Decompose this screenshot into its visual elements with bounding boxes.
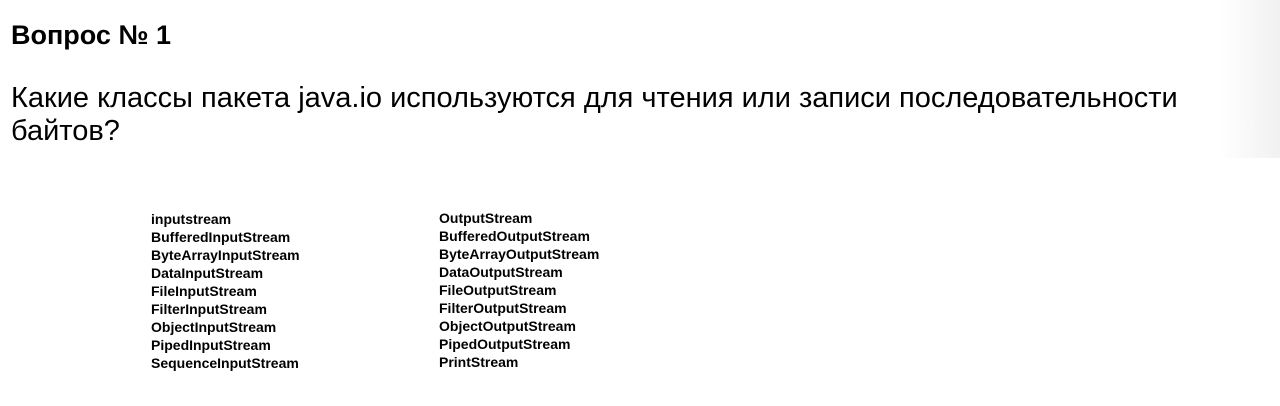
output-classes-list: OutputStream BufferedOutputStream ByteAr… bbox=[439, 209, 599, 371]
list-item: FileInputStream bbox=[151, 283, 257, 299]
list-item: FilterOutputStream bbox=[439, 300, 567, 316]
list-item: ByteArrayInputStream bbox=[151, 247, 300, 263]
list-item: BufferedOutputStream bbox=[439, 228, 590, 244]
list-item: ObjectInputStream bbox=[151, 319, 277, 335]
input-classes-list: inputstream BufferedInputStream ByteArra… bbox=[151, 210, 300, 372]
list-item: SequenceInputStream bbox=[151, 355, 299, 371]
list-item: FilterInputStream bbox=[151, 301, 267, 317]
list-item: OutputStream bbox=[439, 210, 533, 226]
list-item: inputstream bbox=[151, 211, 232, 227]
list-item: DataInputStream bbox=[151, 265, 264, 281]
list-item: DataOutputStream bbox=[439, 264, 563, 280]
list-item: PipedOutputStream bbox=[439, 336, 571, 352]
question-text: Какие классы пакета java.io используются… bbox=[11, 82, 1178, 147]
list-item: ObjectOutputStream bbox=[439, 318, 576, 334]
list-item: FileOutputStream bbox=[439, 282, 557, 298]
list-item: BufferedInputStream bbox=[151, 229, 291, 245]
slide-title: Вопрос № 1 bbox=[11, 20, 172, 50]
list-item: PipedInputStream bbox=[151, 337, 271, 353]
list-item: PrintStream bbox=[439, 354, 519, 370]
list-item: ByteArrayOutputStream bbox=[439, 246, 600, 262]
